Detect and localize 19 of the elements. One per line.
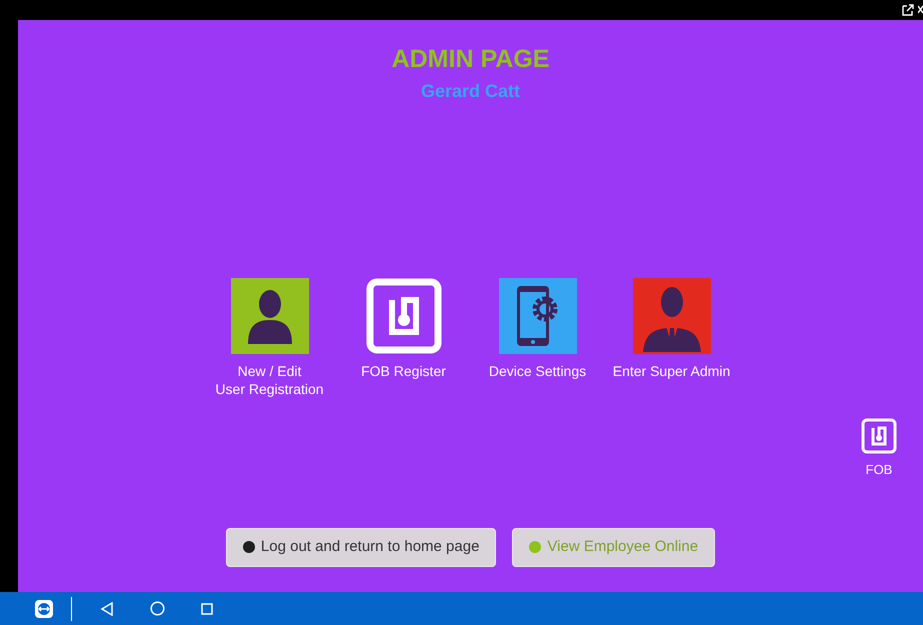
device-settings-tile[interactable] bbox=[498, 278, 576, 354]
user-tile[interactable] bbox=[230, 278, 308, 354]
fob-label[interactable]: FOB bbox=[866, 460, 892, 480]
close-icon[interactable] bbox=[918, 4, 923, 16]
action-button[interactable]: Log out and return to home page bbox=[226, 528, 496, 566]
tile-label[interactable]: Device Settings bbox=[488, 362, 586, 380]
admin-tile[interactable] bbox=[632, 278, 710, 354]
fob-tile[interactable] bbox=[364, 278, 442, 354]
tile-label[interactable]: Enter Super Admin bbox=[612, 362, 730, 380]
user-name: Gerard Catt bbox=[420, 80, 520, 103]
tile-label[interactable]: New / Edit User Registration bbox=[215, 362, 324, 398]
recent-apps-icon[interactable] bbox=[201, 602, 213, 614]
page-title: ADMIN PAGE bbox=[392, 44, 550, 74]
remote-control-icon[interactable] bbox=[34, 598, 54, 618]
home-icon[interactable] bbox=[150, 601, 165, 616]
external-link-icon[interactable] bbox=[902, 4, 914, 16]
fob-icon[interactable] bbox=[861, 418, 897, 454]
back-icon[interactable] bbox=[100, 602, 114, 616]
tile-label[interactable]: FOB Register bbox=[361, 362, 446, 380]
